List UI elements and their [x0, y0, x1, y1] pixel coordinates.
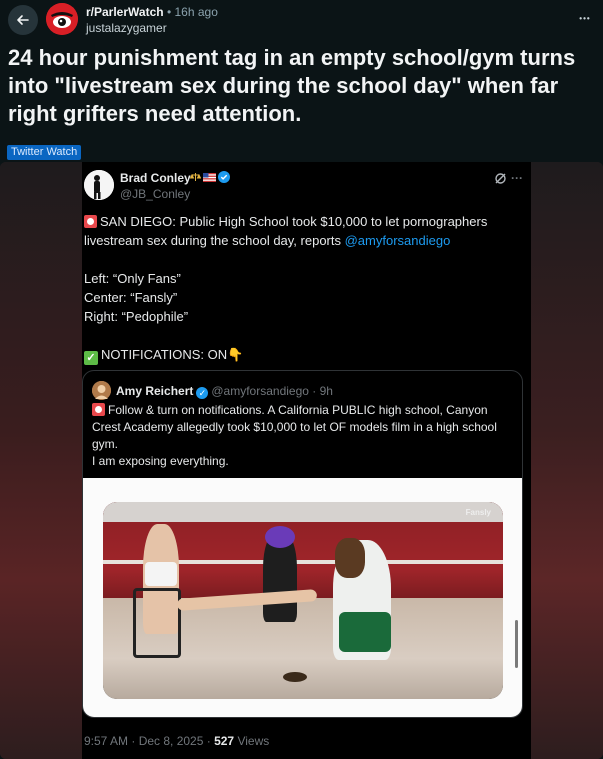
- quote-body2: I am exposing everything.: [92, 454, 229, 468]
- quote-author-name: Amy Reichert: [116, 384, 194, 398]
- image-blur-right: [531, 162, 603, 759]
- person-right-hair: [335, 538, 365, 578]
- post-header: r/ParlerWatch • 16h ago justalazygamer •…: [0, 0, 603, 40]
- scales-icon: [190, 173, 201, 181]
- pointing-down-icon: 👇: [227, 347, 244, 362]
- meta-separator: •: [166, 5, 172, 19]
- person-right-belt: [339, 612, 391, 652]
- post-meta: r/ParlerWatch • 16h ago: [86, 5, 218, 19]
- tweet-line-notifications: ✓ NOTIFICATIONS: ON👇: [84, 345, 524, 365]
- video-watermark: Fansly: [465, 508, 491, 517]
- gym-wall-upper: [103, 502, 503, 522]
- tweet-line-left: Left: “Only Fans”: [84, 271, 181, 286]
- tweet-text: SAN DIEGO: Public High School took $10,0…: [84, 212, 524, 365]
- us-flag-icon: [203, 172, 216, 182]
- quote-author-avatar: [92, 381, 111, 400]
- subreddit-avatar[interactable]: [46, 3, 78, 35]
- quoted-tweet: Amy Reichert ✓ @amyforsandiego · 9h Follow…: [82, 370, 523, 718]
- image-blur-left: [0, 162, 82, 759]
- media-scrollbar[interactable]: [515, 620, 518, 668]
- tweet-author-avatar: [84, 170, 114, 200]
- siren-icon: [84, 215, 97, 228]
- tweet-line-headline: SAN DIEGO: Public High School took $10,0…: [84, 212, 524, 250]
- tweet-author-handle: @JB_Conley: [120, 187, 191, 201]
- subreddit-name[interactable]: r/ParlerWatch: [86, 5, 164, 19]
- quote-header: Amy Reichert ✓ @amyforsandiego · 9h: [116, 384, 333, 399]
- verified-badge-icon: [218, 171, 230, 183]
- check-mark-icon: ✓: [84, 351, 98, 365]
- tweet-views-label: Views: [234, 734, 270, 748]
- back-button[interactable]: [8, 5, 38, 35]
- quote-siren-icon: [92, 403, 105, 416]
- tweet-notifications: NOTIFICATIONS: ON: [101, 347, 228, 362]
- tweet-more-icon: ···: [511, 171, 523, 185]
- tweet-footer: 9:57 AM · Dec 8, 2025 · 527 Views: [84, 734, 269, 748]
- quote-body1: Follow & turn on notifications. A Califo…: [92, 403, 497, 451]
- tweet-screenshot: Brad Conley @JB_Conley ··· SAN DIEGO: Pu…: [82, 162, 531, 759]
- tweet-timestamp: 9:57 AM · Dec 8, 2025 ·: [84, 734, 215, 748]
- subreddit-logo-icon: [46, 3, 78, 35]
- tweet-author-badges: [190, 171, 230, 183]
- quote-text: Follow & turn on notifications. A Califo…: [92, 402, 512, 470]
- person-middle-hair: [265, 526, 295, 548]
- post-image[interactable]: Brad Conley @JB_Conley ··· SAN DIEGO: Pu…: [0, 162, 603, 759]
- grok-icon: [494, 172, 507, 190]
- tweet-line-center: Center: “Fansly”: [84, 290, 178, 305]
- person-left-top: [145, 562, 177, 586]
- more-icon: •••: [579, 13, 591, 23]
- quote-video-frame: Fansly: [103, 502, 503, 699]
- chair-left: [133, 588, 181, 658]
- quote-line1: Follow & turn on notifications. A Califo…: [92, 402, 512, 453]
- bowl: [283, 672, 307, 682]
- quote-meta: @amyforsandiego · 9h: [211, 384, 333, 398]
- quote-verified-icon: ✓: [196, 387, 209, 399]
- quote-media: Fansly: [83, 478, 522, 717]
- post-author[interactable]: justalazygamer: [86, 21, 167, 35]
- tweet-views-count: 527: [214, 734, 235, 748]
- post-flair[interactable]: Twitter Watch: [7, 145, 82, 160]
- more-options-button[interactable]: •••: [573, 6, 597, 30]
- post-time: 16h ago: [174, 5, 218, 19]
- tweet-mention: @amyforsandiego: [344, 233, 451, 248]
- arrow-left-icon: [17, 15, 29, 25]
- tweet-line-right: Right: “Pedophile”: [84, 309, 189, 324]
- tweet-author-name: Brad Conley: [120, 171, 191, 185]
- post-title: 24 hour punishment tag in an empty schoo…: [8, 45, 576, 126]
